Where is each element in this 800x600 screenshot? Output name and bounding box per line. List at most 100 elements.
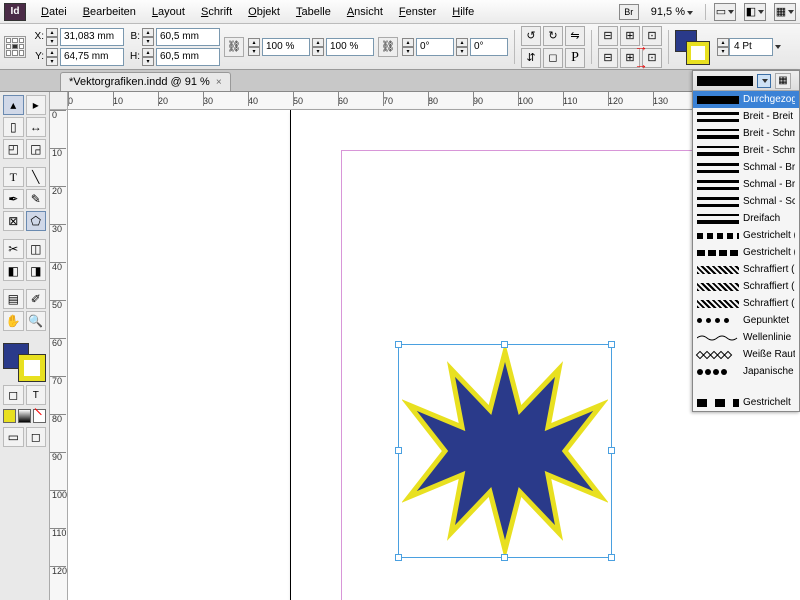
handle-bl[interactable] bbox=[395, 554, 402, 561]
menu-layout[interactable]: Layout bbox=[145, 3, 192, 21]
toolbox-stroke-swatch[interactable] bbox=[19, 355, 45, 381]
stroke-style-dot[interactable]: Gepunktet bbox=[693, 312, 799, 329]
preview-view-icon[interactable]: ◻ bbox=[26, 427, 47, 447]
document-tab[interactable]: *Vektorgrafiken.indd @ 91 % × bbox=[60, 72, 231, 91]
reference-point[interactable] bbox=[4, 36, 26, 58]
type-tool[interactable]: T bbox=[3, 167, 24, 187]
canvas[interactable]: 0102030405060708090100110120130140 01020… bbox=[50, 92, 800, 600]
stroke-swatch[interactable] bbox=[687, 42, 709, 64]
stroke-style-dash3[interactable]: Gestrichelt (3 bbox=[693, 227, 799, 244]
stroke-style-header[interactable]: ▦ bbox=[693, 71, 799, 91]
menu-file[interactable]: Datei bbox=[34, 3, 74, 21]
shear-input[interactable]: 0° bbox=[470, 38, 508, 56]
flip-v-icon[interactable]: ⇵ bbox=[521, 48, 541, 68]
w-input[interactable]: 60,5 mm bbox=[156, 28, 220, 46]
pencil-tool[interactable]: ✎ bbox=[26, 189, 47, 209]
scale-y-input[interactable]: 100 % bbox=[326, 38, 374, 56]
menu-object[interactable]: Objekt bbox=[241, 3, 287, 21]
stroke-weight-input[interactable]: 4 Pt bbox=[729, 38, 773, 56]
formatting-text-icon[interactable]: T bbox=[26, 385, 47, 405]
page-tool[interactable]: ▯ bbox=[3, 117, 24, 137]
arrange-icon[interactable]: ▦ bbox=[774, 3, 796, 21]
stroke-style-solid[interactable]: Durchgezoge bbox=[693, 91, 799, 108]
content-placer-tool[interactable]: ◲ bbox=[26, 139, 47, 159]
scaley-spinner[interactable]: ▴▾ bbox=[312, 38, 324, 56]
vertical-ruler[interactable]: 0102030405060708090100110120130 bbox=[50, 110, 68, 600]
stroke-style-sb[interactable]: Schmal - Bre bbox=[693, 159, 799, 176]
rotate-input[interactable]: 0° bbox=[416, 38, 454, 56]
stroke-style-hatch_g[interactable]: Schraffiert (g bbox=[693, 295, 799, 312]
flip-h-icon[interactable]: ⇋ bbox=[565, 26, 585, 46]
gap-tool[interactable]: ↔ bbox=[26, 117, 47, 137]
scissors-tool[interactable]: ✂ bbox=[3, 239, 24, 259]
menu-edit[interactable]: Bearbeiten bbox=[76, 3, 143, 21]
align-icon-3[interactable]: ⊡ bbox=[642, 26, 662, 46]
formatting-container-icon[interactable]: ◻ bbox=[3, 385, 24, 405]
menu-help[interactable]: Hilfe bbox=[445, 3, 481, 21]
selection-bounding-box[interactable] bbox=[398, 344, 612, 558]
line-tool[interactable]: ╲ bbox=[26, 167, 47, 187]
menu-view[interactable]: Ansicht bbox=[340, 3, 390, 21]
stroke-style-bs[interactable]: Breit - Schm bbox=[693, 125, 799, 142]
ruler-origin[interactable] bbox=[50, 92, 68, 110]
menu-table[interactable]: Tabelle bbox=[289, 3, 338, 21]
h-spinner[interactable]: ▴▾ bbox=[142, 48, 154, 66]
shear-spinner[interactable]: ▴▾ bbox=[456, 38, 468, 56]
pen-tool[interactable]: ✒ bbox=[3, 189, 24, 209]
constrain-scale-icon[interactable]: ⛓ bbox=[378, 37, 398, 57]
align-icon-4[interactable]: ⊟ bbox=[598, 48, 618, 68]
stroke-style-wave[interactable]: Wellenlinie bbox=[693, 329, 799, 346]
align-icon-1[interactable]: ⊟ bbox=[598, 26, 618, 46]
horizontal-ruler[interactable]: 0102030405060708090100110120130140 bbox=[68, 92, 800, 110]
scale-x-input[interactable]: 100 % bbox=[262, 38, 310, 56]
zoom-level[interactable]: 91,5 % bbox=[647, 6, 697, 18]
scalex-spinner[interactable]: ▴▾ bbox=[248, 38, 260, 56]
content-collector-tool[interactable]: ◰ bbox=[3, 139, 24, 159]
note-tool[interactable]: ▤ bbox=[3, 289, 24, 309]
select-container-icon[interactable]: ◻ bbox=[543, 48, 563, 68]
rotate-cw-icon[interactable]: ↻ bbox=[543, 26, 563, 46]
polygon-tool[interactable]: ⬠ bbox=[26, 211, 47, 231]
fill-stroke-control[interactable] bbox=[675, 30, 709, 64]
stroke-style-jdot[interactable]: Japanische P bbox=[693, 363, 799, 380]
menu-window[interactable]: Fenster bbox=[392, 3, 443, 21]
stroke-style-dash4[interactable]: Gestrichelt (4 bbox=[693, 244, 799, 261]
handle-tr[interactable] bbox=[608, 341, 615, 348]
stroke-style-bb[interactable]: Breit - Breit bbox=[693, 108, 799, 125]
rot-spinner[interactable]: ▴▾ bbox=[402, 38, 414, 56]
rotate-ccw-icon[interactable]: ↺ bbox=[521, 26, 541, 46]
apply-none-swatch[interactable] bbox=[33, 409, 46, 423]
handle-ml[interactable] bbox=[395, 447, 402, 454]
direct-selection-tool[interactable]: ▸ bbox=[26, 95, 47, 115]
eyedropper-tool[interactable]: ✐ bbox=[26, 289, 47, 309]
align-icon-6[interactable]: ⊡ bbox=[642, 48, 662, 68]
x-input[interactable]: 31,083 mm bbox=[60, 28, 124, 46]
p-icon[interactable]: P bbox=[565, 48, 585, 68]
apply-color-swatch[interactable] bbox=[3, 409, 16, 423]
align-icon-2[interactable]: ⊞ bbox=[620, 26, 640, 46]
constrain-wh-icon[interactable]: ⛓ bbox=[224, 37, 244, 57]
handle-bc[interactable] bbox=[501, 554, 508, 561]
view-mode-icon[interactable]: ▭ bbox=[714, 3, 736, 21]
y-spinner[interactable]: ▴▾ bbox=[46, 48, 58, 66]
w-spinner[interactable]: ▴▾ bbox=[142, 28, 154, 46]
screen-mode-icon[interactable]: ◧ bbox=[744, 3, 766, 21]
handle-mr[interactable] bbox=[608, 447, 615, 454]
stroke-style-tri[interactable]: Dreifach bbox=[693, 210, 799, 227]
stroke-style-hatch_r[interactable]: Schraffiert (r bbox=[693, 261, 799, 278]
y-input[interactable]: 64,75 mm bbox=[60, 48, 124, 66]
apply-gradient-swatch[interactable] bbox=[18, 409, 31, 423]
handle-tc[interactable] bbox=[501, 341, 508, 348]
zoom-tool[interactable]: 🔍 bbox=[26, 311, 47, 331]
selection-tool[interactable]: ▴ bbox=[3, 95, 24, 115]
rectangle-frame-tool[interactable]: ⊠ bbox=[3, 211, 24, 231]
handle-br[interactable] bbox=[608, 554, 615, 561]
normal-view-icon[interactable]: ▭ bbox=[3, 427, 24, 447]
stroke-style-sb2[interactable]: Schmal - Bre bbox=[693, 176, 799, 193]
fill-stroke-toolbox[interactable] bbox=[3, 343, 45, 381]
hand-tool[interactable]: ✋ bbox=[3, 311, 24, 331]
h-input[interactable]: 60,5 mm bbox=[156, 48, 220, 66]
gradient-swatch-tool[interactable]: ◧ bbox=[3, 261, 24, 281]
stroke-style-hatch_l[interactable]: Schraffiert (l bbox=[693, 278, 799, 295]
close-tab-icon[interactable]: × bbox=[216, 77, 222, 88]
